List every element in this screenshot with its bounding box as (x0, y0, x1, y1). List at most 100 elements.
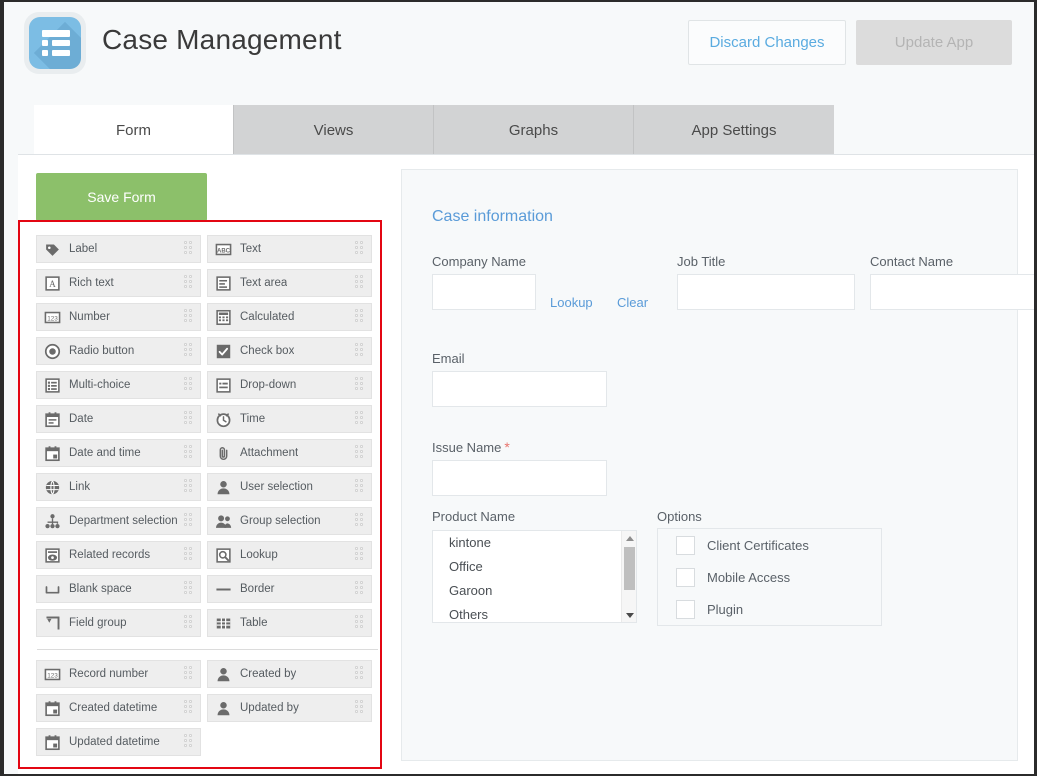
paperclip-icon (214, 444, 233, 463)
related-records-eye-icon (43, 546, 62, 565)
listbox-option[interactable]: Others (433, 603, 636, 623)
palette-item-department-selection[interactable]: Department selection (36, 507, 201, 535)
drag-handle[interactable] (355, 581, 366, 597)
required-marker: * (504, 439, 509, 455)
palette-item-lookup[interactable]: Lookup (207, 541, 372, 569)
drag-handle[interactable] (355, 309, 366, 325)
palette-item-group-selection[interactable]: Group selection (207, 507, 372, 535)
palette-item-radio-button[interactable]: Radio button (36, 337, 201, 365)
email-input[interactable] (432, 371, 607, 407)
palette-item-text-area[interactable]: Text area (207, 269, 372, 297)
drag-handle[interactable] (355, 547, 366, 563)
drag-handle[interactable] (355, 411, 366, 427)
screen: Case Management Discard Changes Update A… (0, 0, 1037, 776)
drag-handle[interactable] (184, 615, 195, 631)
option-row[interactable]: Plugin (658, 593, 881, 625)
job-title-input[interactable] (677, 274, 855, 310)
tab-graphs[interactable]: Graphs (434, 105, 634, 155)
checkbox[interactable] (676, 568, 695, 587)
checkbox[interactable] (676, 600, 695, 619)
drag-handle[interactable] (184, 547, 195, 563)
drag-handle[interactable] (355, 377, 366, 393)
listbox-option[interactable]: kintone (433, 531, 636, 555)
palette-item-date[interactable]: Date (36, 405, 201, 433)
palette-item-calculated[interactable]: Calculated (207, 303, 372, 331)
palette-item-drop-down[interactable]: Drop-down (207, 371, 372, 399)
drag-handle[interactable] (355, 615, 366, 631)
drag-handle[interactable] (355, 275, 366, 291)
calculator-icon (214, 308, 233, 327)
update-app-button[interactable]: Update App (856, 20, 1012, 65)
palette-item-created-by[interactable]: Created by (207, 660, 372, 688)
drag-handle[interactable] (355, 700, 366, 716)
option-row[interactable]: Client Certificates (658, 529, 881, 561)
palette-item-link[interactable]: Link (36, 473, 201, 501)
clear-link[interactable]: Clear (617, 295, 648, 310)
palette-item-blank-space[interactable]: Blank space (36, 575, 201, 603)
scroll-down-arrow[interactable] (622, 608, 637, 622)
listbox-option[interactable]: Office (433, 555, 636, 579)
drag-handle[interactable] (184, 700, 195, 716)
scrollbar-thumb[interactable] (624, 547, 635, 590)
palette-item-date-and-time[interactable]: Date and time (36, 439, 201, 467)
drag-handle[interactable] (355, 513, 366, 529)
palette-divider (37, 649, 378, 650)
listbox-scrollbar[interactable] (621, 531, 636, 622)
product-name-listbox[interactable]: kintoneOfficeGaroonOthers (432, 530, 637, 623)
drag-handle[interactable] (355, 241, 366, 257)
company-name-input[interactable] (432, 274, 536, 310)
scroll-up-arrow[interactable] (622, 531, 637, 545)
palette-item-text[interactable]: ABCText (207, 235, 372, 263)
palette-item-rich-text[interactable]: ARich text (36, 269, 201, 297)
option-row[interactable]: Mobile Access (658, 561, 881, 593)
palette-item-border[interactable]: Border (207, 575, 372, 603)
form-preview: Case information Company Name Lookup Cle… (401, 169, 1018, 761)
table-grid-icon (214, 614, 233, 633)
palette-item-updated-by[interactable]: Updated by (207, 694, 372, 722)
issue-name-input[interactable] (432, 460, 607, 496)
palette-item-updated-datetime[interactable]: Updated datetime (36, 728, 201, 756)
company-name-label: Company Name (432, 254, 526, 269)
palette-item-time[interactable]: Time (207, 405, 372, 433)
tab-views[interactable]: Views (234, 105, 434, 155)
discard-changes-button[interactable]: Discard Changes (688, 20, 846, 65)
lookup-link[interactable]: Lookup (550, 295, 593, 310)
drag-handle[interactable] (184, 309, 195, 325)
drag-handle[interactable] (184, 241, 195, 257)
palette-item-attachment[interactable]: Attachment (207, 439, 372, 467)
drag-handle[interactable] (184, 377, 195, 393)
palette-item-label: Related records (69, 549, 150, 561)
drag-handle[interactable] (184, 581, 195, 597)
drag-handle[interactable] (184, 275, 195, 291)
drag-handle[interactable] (184, 479, 195, 495)
palette-item-check-box[interactable]: Check box (207, 337, 372, 365)
contact-name-input[interactable] (870, 274, 1034, 310)
drag-handle[interactable] (355, 343, 366, 359)
drag-handle[interactable] (184, 734, 195, 750)
drag-handle[interactable] (355, 445, 366, 461)
checkbox[interactable] (676, 536, 695, 555)
drag-handle[interactable] (355, 666, 366, 682)
palette-item-table[interactable]: Table (207, 609, 372, 637)
options-label: Options (657, 509, 702, 524)
palette-item-related-records[interactable]: Related records (36, 541, 201, 569)
drag-handle[interactable] (184, 513, 195, 529)
save-form-button[interactable]: Save Form (36, 173, 207, 221)
tab-app-settings[interactable]: App Settings (634, 105, 834, 155)
drag-handle[interactable] (184, 411, 195, 427)
palette-item-created-datetime[interactable]: Created datetime (36, 694, 201, 722)
drag-handle[interactable] (184, 445, 195, 461)
check-box-icon (214, 342, 233, 361)
drag-handle[interactable] (184, 343, 195, 359)
palette-item-record-number[interactable]: 123Record number (36, 660, 201, 688)
org-tree-icon (43, 512, 62, 531)
palette-item-multi-choice[interactable]: Multi-choice (36, 371, 201, 399)
drag-handle[interactable] (184, 666, 195, 682)
palette-item-number[interactable]: 123Number (36, 303, 201, 331)
palette-item-label[interactable]: Label (36, 235, 201, 263)
palette-item-user-selection[interactable]: User selection (207, 473, 372, 501)
drag-handle[interactable] (355, 479, 366, 495)
listbox-option[interactable]: Garoon (433, 579, 636, 603)
palette-item-field-group[interactable]: Field group (36, 609, 201, 637)
tab-form[interactable]: Form (34, 105, 234, 155)
